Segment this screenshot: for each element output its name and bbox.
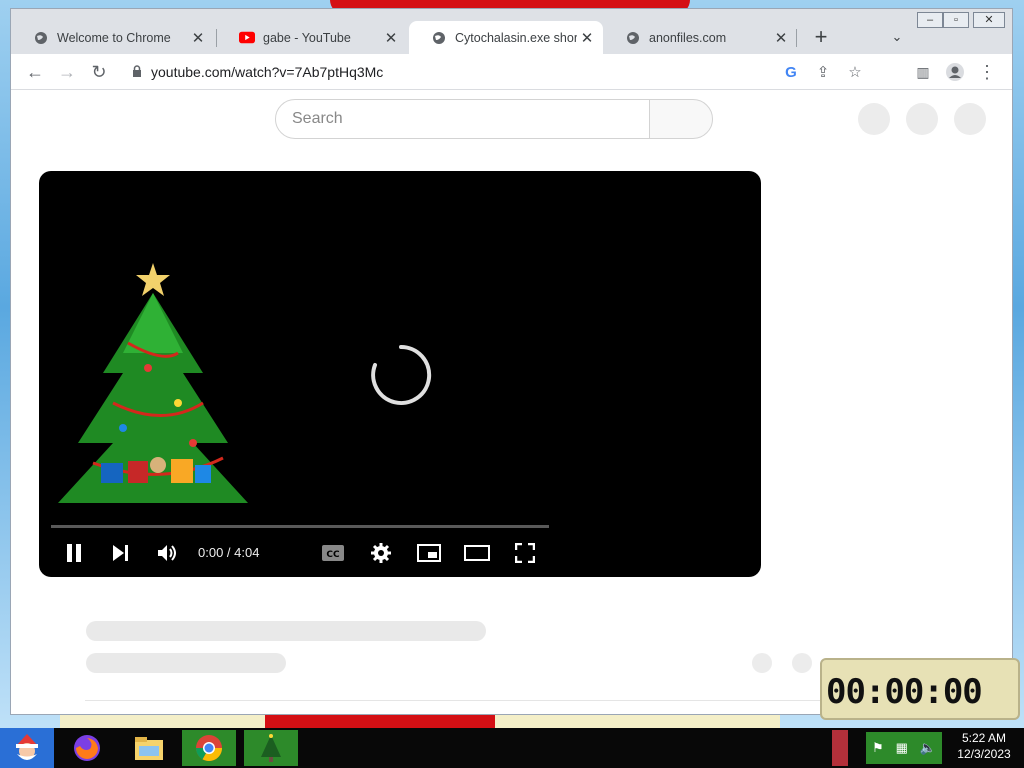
bookmark-star-icon[interactable]: ☆ [839,63,871,81]
start-button[interactable] [0,728,54,768]
menu-kebab-icon[interactable]: ⋮ [973,58,1001,86]
progress-bar[interactable] [51,525,549,528]
close-tab-icon[interactable]: ✕ [771,29,791,47]
address-bar[interactable]: youtube.com/watch?v=7Ab7ptHq3Mc G ⇪ ☆ [123,58,871,86]
settings-gear-icon[interactable] [366,539,396,567]
tab-anonfiles[interactable]: anonfiles.com ✕ [603,21,797,54]
placeholder-circle [954,103,986,135]
tab-welcome[interactable]: Welcome to Chrome ✕ [11,21,214,54]
maximize-button[interactable]: ▫ [943,12,969,28]
title-placeholder [86,621,486,641]
share-icon[interactable]: ⇪ [807,63,839,81]
back-arrow-icon[interactable]: ← [21,58,49,86]
tab-youtube[interactable]: gabe - YouTube ✕ [217,21,407,54]
santa-icon [16,734,38,760]
clock-time: 5:22 AM [961,731,1007,745]
close-tab-icon[interactable]: ✕ [381,29,401,47]
search-input[interactable]: Search [275,99,650,139]
close-tab-icon[interactable]: ✕ [577,29,597,47]
channel-placeholder [86,653,286,673]
taskbar-clock[interactable]: 5:22 AM 12/3/2023 [944,730,1024,762]
close-tab-icon[interactable]: ✕ [188,29,208,47]
lock-icon[interactable] [123,64,151,80]
tab-separator [796,29,797,47]
security-alert-icon[interactable]: ⚑ [872,740,884,756]
placeholder-circle [906,103,938,135]
stopwatch-display: 00:00:00 [826,672,983,712]
christmas-tree-graphic [58,263,248,503]
chrome-icon[interactable] [182,730,236,766]
globe-icon [33,30,49,46]
next-icon[interactable] [106,539,136,567]
globe-icon [431,30,447,46]
system-tray: ⚑ ▦ 🔈 [866,732,942,764]
video-player[interactable]: 0:00 / 4:04 CC [39,171,761,577]
side-panel-icon[interactable]: ▥ [909,58,937,86]
globe-icon [625,30,641,46]
player-controls: 0:00 / 4:04 CC [39,535,761,571]
placeholder-circle [858,103,890,135]
tab-search-chevron-icon[interactable]: ⌄ [883,23,911,51]
christmas-tree-icon[interactable] [244,730,298,766]
profile-avatar-icon[interactable] [941,58,969,86]
firefox-icon[interactable] [60,730,114,766]
file-explorer-icon[interactable] [122,730,176,766]
notification-badge[interactable] [832,730,848,766]
pause-icon[interactable] [59,539,89,567]
volume-icon[interactable] [153,539,183,567]
search-button[interactable] [649,99,713,139]
toolbar: ← → ↻ youtube.com/watch?v=7Ab7ptHq3Mc G … [11,54,1012,90]
forward-arrow-icon[interactable]: → [53,58,81,86]
taskbar: ⚑ ▦ 🔈 5:22 AM 12/3/2023 [0,728,1024,768]
tab-strip: Welcome to Chrome ✕ gabe - YouTube ✕ Cyt… [11,9,1012,54]
fullscreen-icon[interactable] [510,539,540,567]
loading-spinner [371,344,432,405]
chrome-window: Welcome to Chrome ✕ gabe - YouTube ✕ Cyt… [10,8,1013,715]
youtube-page: Search 0:00 / 4:04 CC [11,91,1012,714]
clock-date: 12/3/2023 [957,747,1011,761]
stopwatch-gadget[interactable]: 00:00:00 [820,658,1020,720]
network-icon[interactable]: ▦ [896,740,908,756]
captions-icon[interactable]: CC [318,539,348,567]
youtube-icon [239,30,255,46]
miniplayer-icon[interactable] [414,539,444,567]
tab-cytochalasin[interactable]: Cytochalasin.exe short h ✕ [409,21,603,54]
placeholder-circle [792,653,812,673]
minimize-button[interactable]: – [917,12,943,28]
new-tab-button[interactable]: + [807,23,835,51]
speaker-icon[interactable]: 🔈 [920,740,936,756]
url-text[interactable]: youtube.com/watch?v=7Ab7ptHq3Mc [151,64,775,80]
reload-icon[interactable]: ↻ [85,58,113,86]
close-window-button[interactable]: ✕ [973,12,1005,28]
svg-text:CC: CC [326,550,340,560]
google-icon[interactable]: G [775,64,807,81]
time-display: 0:00 / 4:04 [198,545,260,560]
theater-mode-icon[interactable] [462,539,492,567]
placeholder-circle [752,653,772,673]
